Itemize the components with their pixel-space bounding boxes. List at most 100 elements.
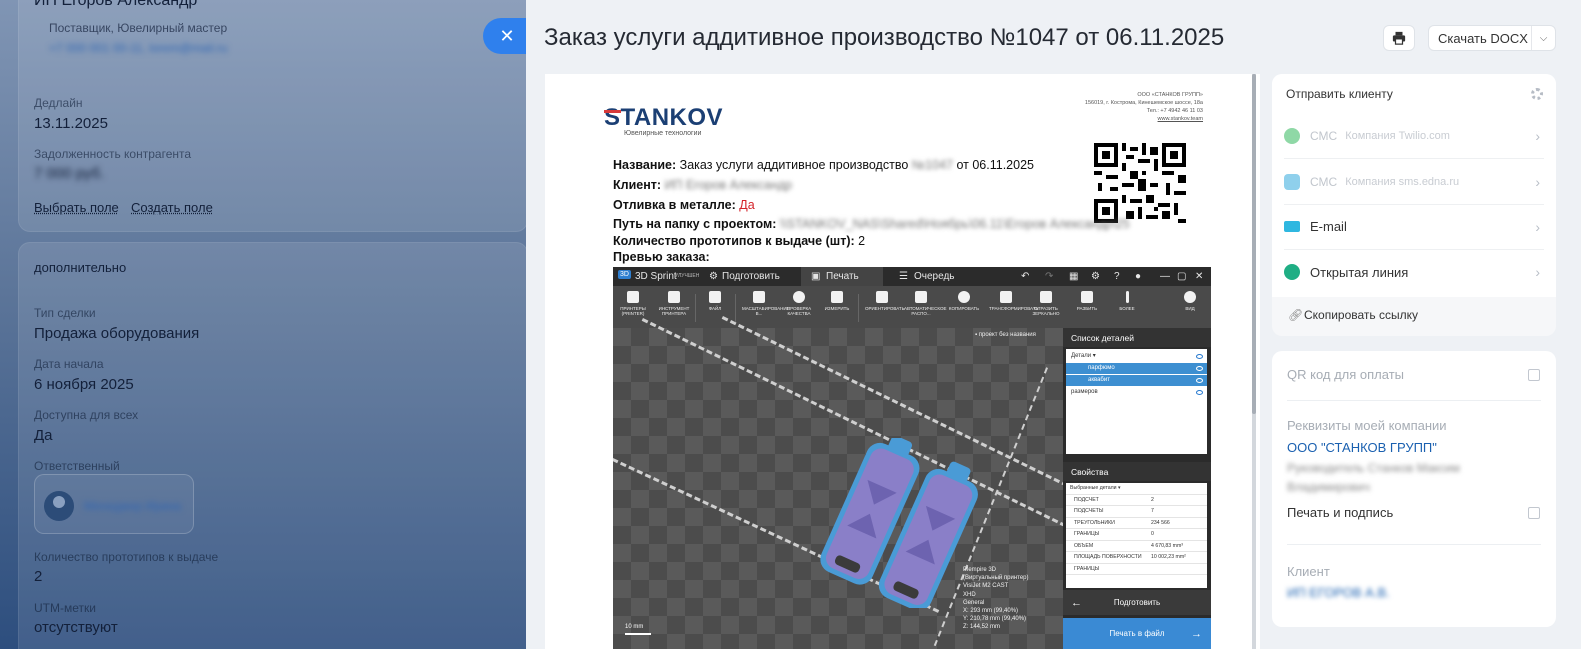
option-name: E-mail — [1310, 219, 1347, 234]
properties-header[interactable]: Свойства — [1063, 462, 1211, 481]
print-button[interactable] — [1383, 25, 1415, 51]
qr-label: QR код для оплаты — [1287, 367, 1405, 382]
send-to-client-card: Отправить клиенту СМС Компания Twilio.co… — [1272, 74, 1556, 336]
help-icon[interactable]: ? — [1114, 271, 1120, 282]
divider — [1287, 400, 1541, 401]
logo-text: STANKOV — [604, 104, 724, 131]
send-sms-edna[interactable]: СМС Компания sms.edna.ru › — [1284, 159, 1544, 205]
more-icon — [1125, 291, 1129, 303]
tool-split[interactable]: РАЗБИТЬ — [1070, 291, 1104, 311]
parts-list-header[interactable]: Список деталей — [1063, 328, 1211, 347]
tool-mirror[interactable]: ОТРАЗИТЬ ЗЕРКАЛЬНО — [1029, 291, 1063, 316]
tab-prepare[interactable]: Подготовить — [722, 271, 780, 282]
available-value[interactable]: Да — [34, 427, 53, 444]
window-close-icon[interactable]: ✕ — [1195, 271, 1203, 282]
avatar — [44, 491, 74, 521]
eye-icon[interactable] — [1196, 390, 1203, 395]
maximize-icon[interactable]: ▢ — [1177, 271, 1186, 282]
option-name: СМС — [1310, 174, 1338, 189]
gear-icon[interactable] — [1531, 88, 1543, 100]
tab-print[interactable]: Печать — [826, 271, 859, 282]
printer-info-line: General — [963, 599, 985, 606]
undo-icon[interactable]: ↶ — [1021, 271, 1029, 282]
tool-auto-layout[interactable]: АВТОМАТИЧЕСКОЕ РАСПО... — [904, 291, 946, 316]
tab-print-icon[interactable]: ▣ — [811, 271, 820, 282]
order-preview-image: 3D 3D Sprint УЛУЧШЕН ⚙ Подготовить ▣ Печ… — [613, 267, 1211, 649]
eye-icon[interactable] — [1196, 378, 1203, 383]
qty-value: 2 — [858, 234, 866, 248]
sign-label: Печать и подпись — [1287, 505, 1394, 520]
tool-transform[interactable]: ТРАНСФОРМИРОВАТЬ — [989, 291, 1038, 311]
close-slider-button[interactable]: ✕ — [483, 18, 531, 54]
print-to-file-button[interactable]: Печать в файл → — [1063, 618, 1211, 649]
client-link[interactable]: ИП ЕГОРОВ А.В. — [1287, 585, 1390, 600]
send-email[interactable]: E-mail › — [1284, 204, 1544, 250]
document-preview: STANKOV Ювелирные технологии ООО «СТАНКО… — [545, 74, 1260, 649]
3d-viewport[interactable]: ▪ проект без названия Plempire 3D (Вирту… — [613, 316, 1101, 649]
select-field-link[interactable]: Выбрать поле — [34, 200, 119, 215]
redo-icon[interactable]: ↷ — [1045, 271, 1053, 282]
tool-measure[interactable]: ИЗМЕРИТЬ — [820, 291, 854, 311]
company-link[interactable]: ООО "СТАНКОВ ГРУПП" — [1287, 440, 1437, 455]
prop-value: 10 002,23 mm² — [1151, 554, 1186, 560]
app-name: 3D Sprint — [635, 271, 677, 282]
copy-link-label: Скопировать ссылку — [1304, 308, 1419, 322]
prototypes-label: Количество прототипов к выдаче — [34, 550, 219, 564]
transform-icon — [1000, 291, 1012, 303]
props-selected[interactable]: Выбранные детали ▾ — [1066, 483, 1207, 495]
create-field-link[interactable]: Создать поле — [131, 200, 213, 215]
deal-type-value[interactable]: Продажа оборудования — [34, 325, 199, 342]
list-item[interactable]: парфюмо — [1066, 363, 1207, 374]
table-row: ОБЪЕМ 4 670,83 mm³ — [1066, 541, 1207, 552]
deadline-value[interactable]: 13.11.2025 — [34, 115, 108, 132]
tool-quality-check[interactable]: ПРОВЕРКА КАЧЕСТВА — [782, 291, 816, 316]
eye-icon[interactable] — [1196, 366, 1203, 371]
download-docx-button[interactable]: Скачать DOCX ⌵ — [1428, 25, 1556, 51]
preview-label: Превью заказа: — [613, 250, 710, 264]
copy-link-button[interactable]: 🔗︎Скопировать ссылку — [1288, 308, 1418, 322]
project-label: проект без названия — [978, 332, 1036, 338]
tool-printer-instrument[interactable]: ИНСТРУМЕНТ ПРИНТЕРА — [657, 291, 691, 316]
list-item[interactable]: размеров — [1066, 387, 1207, 398]
qr-checkbox[interactable] — [1528, 369, 1540, 381]
tool-printers[interactable]: ПРИНТЕРЫ (PRINTER) — [616, 291, 650, 316]
tool-label: КОПИРОВАТЬ — [948, 306, 980, 311]
client-value: ИП Егоров Александр — [664, 178, 793, 192]
tab-prepare-icon[interactable]: ⚙ — [709, 271, 718, 282]
chevron-down-icon[interactable]: ⌵ — [1531, 26, 1555, 50]
send-sms-twilio[interactable]: СМС Компания Twilio.com › — [1284, 113, 1544, 159]
sign-checkbox[interactable] — [1528, 507, 1540, 519]
tab-queue-icon[interactable]: ☰ — [899, 271, 908, 282]
tool-more[interactable]: БОЛЕЕ — [1110, 291, 1144, 311]
whatsapp-icon — [1284, 127, 1300, 144]
company-line: 156019, г. Кострома, Кинешемское шоссе, … — [1084, 100, 1203, 106]
contact-name[interactable]: ИП Егоров Александр — [34, 0, 197, 10]
path-label: Путь на папку с проектом: — [613, 217, 777, 231]
grid-icon[interactable]: ▦ — [1069, 271, 1078, 282]
close-icon: ✕ — [499, 25, 515, 46]
contact-info[interactable]: +7 000 001 00-11, lorem@mail.ru — [49, 41, 227, 55]
settings-icon[interactable]: ⚙ — [1091, 271, 1100, 282]
account-icon[interactable]: ● — [1135, 271, 1141, 282]
tool-scale[interactable]: МАСШТАБИРОВАНИЕ В... — [742, 291, 790, 316]
list-item[interactable]: аквабит — [1066, 375, 1207, 386]
minimize-icon[interactable]: — — [1160, 271, 1170, 282]
send-open-line[interactable]: Открытая линия › — [1284, 249, 1544, 295]
company-site-link[interactable]: www.stankov.team — [1085, 115, 1203, 123]
responsible-value[interactable]: Менеджер Ирина — [84, 499, 181, 513]
tool-label: БОЛЕЕ — [1119, 306, 1135, 311]
tool-file[interactable]: ФАЙЛ — [698, 291, 732, 311]
tool-copy[interactable]: КОПИРОВАТЬ — [947, 291, 981, 311]
tool-orient[interactable]: ОРИЕНТИРОВАТЬ — [865, 291, 905, 311]
tool-view[interactable]: ВИД — [1173, 291, 1207, 311]
prototypes-value[interactable]: 2 — [34, 568, 42, 585]
parts-group[interactable]: Детали ▾ — [1066, 351, 1207, 362]
start-date-value[interactable]: 6 ноября 2025 — [34, 376, 134, 393]
prepare-button[interactable]: ← Подготовить — [1063, 590, 1211, 615]
eye-icon[interactable] — [1196, 354, 1203, 359]
document-scrollbar[interactable] — [1252, 74, 1256, 649]
toolbar-divider — [735, 294, 736, 322]
tool-label: ВИД — [1185, 306, 1195, 311]
tab-queue[interactable]: Очередь — [914, 271, 955, 282]
app-edition: УЛУЧШЕН — [675, 273, 700, 279]
